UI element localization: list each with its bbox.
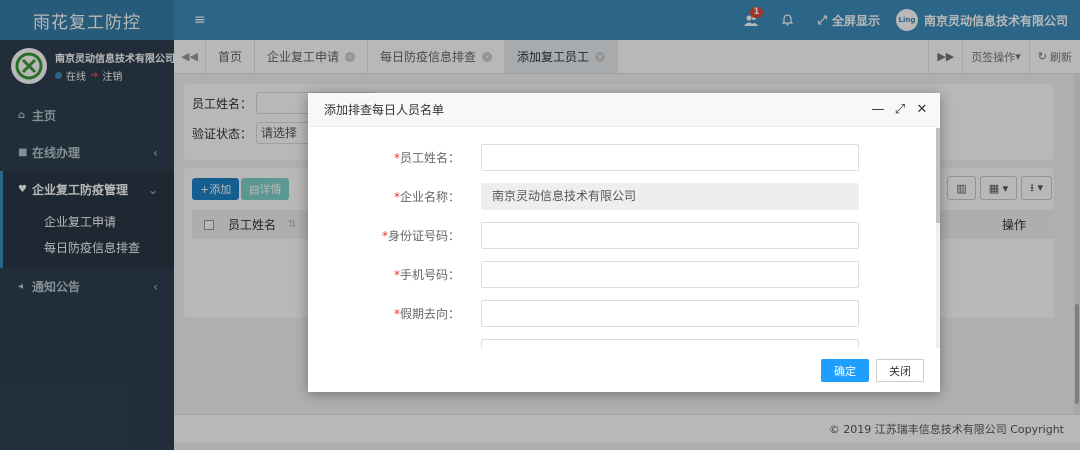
form-row-company: *企业名称： 南京灵动信息技术有限公司 [308,182,928,210]
dialog-body: *员工姓名： *企业名称： 南京灵动信息技术有限公司 *身份证号码： *手机号码… [308,128,940,348]
close-icon[interactable]: ✕ [916,103,928,116]
dialog-footer: 确定 关闭 [308,349,940,392]
close-button[interactable]: 关闭 [876,359,924,382]
field-label: *手机号码： [393,267,460,282]
dialog-title: 添加排查每日人员名单 [324,103,445,117]
field-label: *身份证号码： [381,228,460,243]
dialog-scrollbar-thumb[interactable] [936,128,940,223]
dialog-scrollbar[interactable] [936,128,940,348]
phone-input[interactable] [481,260,859,288]
form-row-idcard: *身份证号码： [308,221,928,249]
id-card-input[interactable] [481,221,859,249]
company-name-input: 南京灵动信息技术有限公司 [481,182,859,210]
employee-name-input[interactable] [481,143,859,171]
next-field-input[interactable] [481,338,859,348]
form-row-destination: *假期去向： [308,299,928,327]
confirm-button[interactable]: 确定 [821,359,869,382]
holiday-destination-input[interactable] [481,299,859,327]
maximize-icon[interactable]: ⤢ [894,103,906,116]
form-row-name: *员工姓名： [308,143,928,171]
minimize-icon[interactable]: — [872,103,885,116]
field-label: *员工姓名： [393,150,460,165]
dialog-header: 添加排查每日人员名单 — ⤢ ✕ [308,93,940,127]
field-label: *假期去向： [393,306,460,321]
form-row-next [308,338,928,348]
field-label: *企业名称： [393,189,460,204]
add-person-dialog: 添加排查每日人员名单 — ⤢ ✕ *员工姓名： *企业名称： 南京灵动信息技术有… [308,93,940,392]
form-row-phone: *手机号码： [308,260,928,288]
